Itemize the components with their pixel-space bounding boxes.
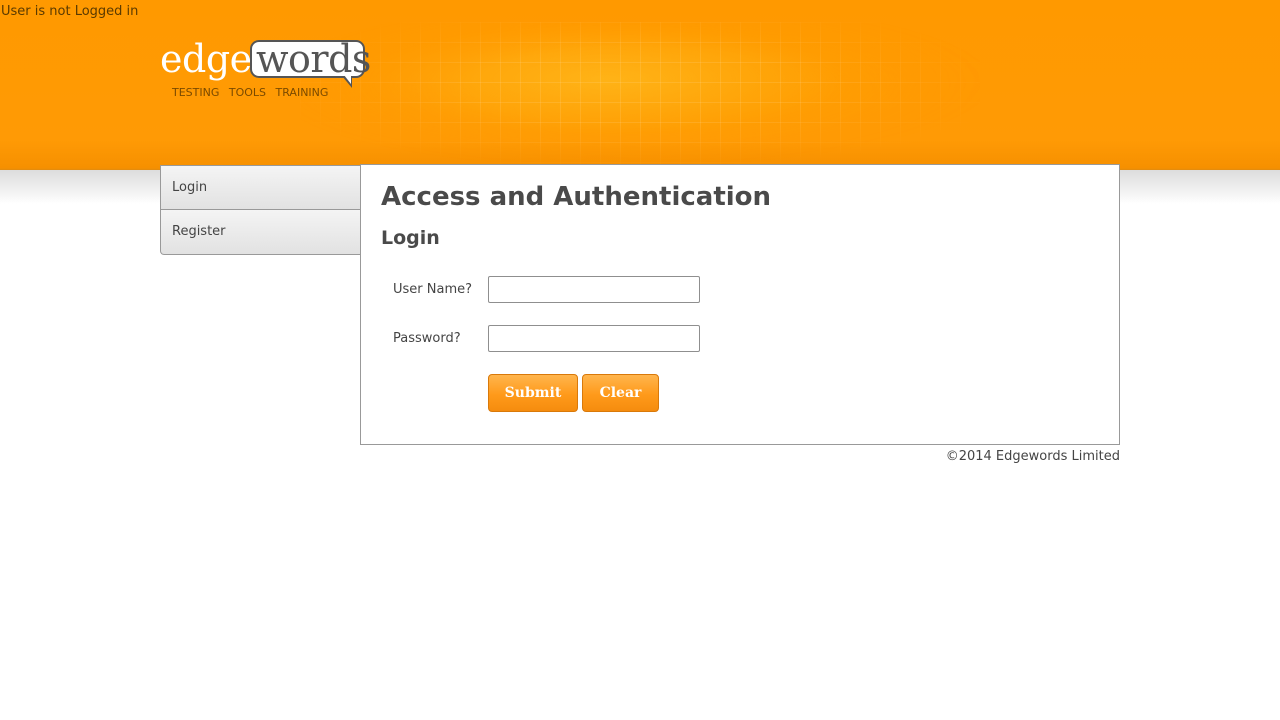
section-title: Login <box>381 227 440 249</box>
logo-text-words: words <box>256 37 371 81</box>
clear-button[interactable]: Clear <box>582 374 659 412</box>
sidebar-nav: Login Register <box>160 165 361 255</box>
logo-text-edge: edge <box>160 37 252 81</box>
login-status-text: User is not Logged in <box>1 4 139 19</box>
password-label: Password? <box>393 331 461 346</box>
edgewords-logo[interactable]: edge words TESTING TOOLS TRAINING <box>160 36 371 106</box>
logo-tagline: TESTING TOOLS TRAINING <box>172 86 329 99</box>
footer-copyright: ©2014 Edgewords Limited <box>945 449 1120 464</box>
page-title: Access and Authentication <box>381 182 772 212</box>
submit-button[interactable]: Submit <box>488 374 578 412</box>
header-grid-pattern <box>300 22 980 165</box>
username-label: User Name? <box>393 282 473 297</box>
site-header: User is not Logged in edge words TESTING… <box>0 0 1280 170</box>
sidebar-item-register[interactable]: Register <box>160 210 361 255</box>
username-input[interactable] <box>488 276 700 303</box>
main-content: Access and Authentication Login User Nam… <box>360 164 1120 445</box>
sidebar-item-login[interactable]: Login <box>160 165 361 210</box>
password-input[interactable] <box>488 325 700 352</box>
